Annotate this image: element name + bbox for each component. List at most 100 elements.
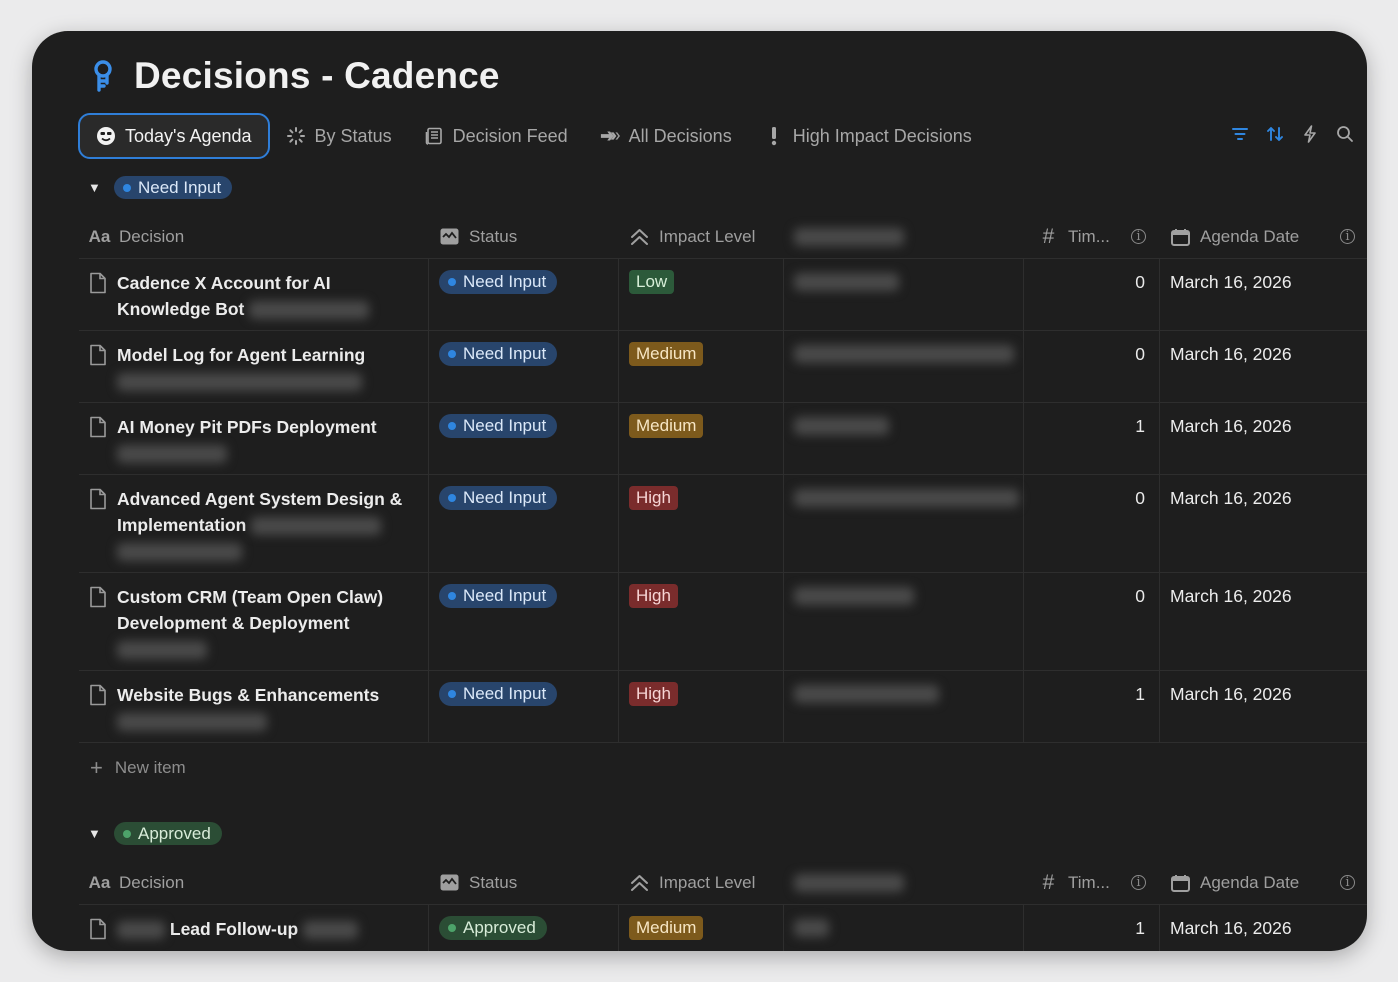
decision-title[interactable]: Lead Follow-up <box>170 919 298 939</box>
times-cell[interactable]: 1 <box>1024 671 1160 742</box>
column-decision[interactable]: Aa Decision <box>79 215 429 259</box>
tab-by-status[interactable]: By Status <box>270 113 408 159</box>
impact-cell[interactable]: Medium <box>619 403 784 474</box>
decision-cell[interactable]: Advanced Agent System Design & Implement… <box>79 475 429 572</box>
decision-title[interactable]: Model Log for Agent Learning <box>117 345 365 365</box>
times-cell[interactable]: 0 <box>1024 259 1160 330</box>
agenda-date-cell[interactable]: March 16, 2026 <box>1160 573 1367 670</box>
column-status[interactable]: Status <box>429 215 619 259</box>
page-icon <box>89 918 107 947</box>
table-row[interactable]: Model Log for Agent Learning Need Input … <box>79 331 1367 403</box>
status-pill: Need Input <box>439 682 558 706</box>
table-row[interactable]: Advanced Agent System Design & Implement… <box>79 475 1367 573</box>
table-row[interactable]: AI Money Pit PDFs Deployment Need Input … <box>79 403 1367 475</box>
impact-cell[interactable]: High <box>619 475 784 572</box>
tab-decision-feed[interactable]: Decision Feed <box>408 113 584 159</box>
column-agenda-date[interactable]: Agenda Date i <box>1160 861 1367 905</box>
table-row[interactable]: Website Bugs & Enhancements Need Input H… <box>79 671 1367 743</box>
decision-cell[interactable]: Website Bugs & Enhancements <box>79 671 429 742</box>
redacted-cell[interactable] <box>784 905 1024 951</box>
agenda-date-cell[interactable]: March 16, 2026 <box>1160 403 1367 474</box>
tab-todays-agenda[interactable]: Today's Agenda <box>78 113 270 159</box>
redacted-cell[interactable] <box>784 573 1024 670</box>
decision-title[interactable]: AI Money Pit PDFs Deployment <box>117 417 377 437</box>
caret-down-icon[interactable]: ▼ <box>88 826 101 841</box>
column-label: Agenda Date <box>1200 226 1300 246</box>
times-cell[interactable]: 1 <box>1024 905 1160 951</box>
view-toolbar <box>1229 123 1355 144</box>
column-impact-level[interactable]: Impact Level <box>619 861 784 905</box>
times-cell[interactable]: 0 <box>1024 331 1160 402</box>
agenda-date-cell[interactable]: March 16, 2026 <box>1160 259 1367 330</box>
status-property-icon <box>439 226 460 247</box>
redacted-cell[interactable] <box>784 331 1024 402</box>
status-cell[interactable]: Approved <box>429 905 619 951</box>
table-row[interactable]: Lead Follow-up Approved Medium 1 March 1… <box>79 905 1367 951</box>
group-status-pill: Need Input <box>114 176 233 199</box>
times-cell[interactable]: 0 <box>1024 475 1160 572</box>
decision-cell[interactable]: Model Log for Agent Learning <box>79 331 429 402</box>
caret-down-icon[interactable]: ▼ <box>88 180 101 195</box>
status-cell[interactable]: Need Input <box>429 331 619 402</box>
tab-label: Decision Feed <box>452 125 568 146</box>
tab-high-impact-decisions[interactable]: High Impact Decisions <box>748 113 988 159</box>
status-cell[interactable]: Need Input <box>429 403 619 474</box>
impact-cell[interactable]: Medium <box>619 331 784 402</box>
decision-cell[interactable]: Lead Follow-up <box>79 905 429 951</box>
impact-cell[interactable]: Medium <box>619 905 784 951</box>
redacted-text <box>794 918 829 937</box>
arrows-icon <box>600 126 620 146</box>
group-header-need-input[interactable]: ▼ Need Input <box>88 176 233 199</box>
tab-all-decisions[interactable]: All Decisions <box>584 113 748 159</box>
decision-title[interactable]: Custom CRM (Team Open Claw) Development … <box>117 587 383 633</box>
filter-icon[interactable] <box>1229 123 1250 144</box>
redacted-cell[interactable] <box>784 259 1024 330</box>
agenda-date-cell[interactable]: March 16, 2026 <box>1160 905 1367 951</box>
search-icon[interactable] <box>1334 123 1355 144</box>
decision-cell[interactable]: Cadence X Account for AI Knowledge Bot <box>79 259 429 330</box>
info-icon[interactable]: i <box>1340 229 1355 244</box>
column-times[interactable]: # Tim... i <box>1024 215 1160 259</box>
decision-title[interactable]: Website Bugs & Enhancements <box>117 685 379 705</box>
info-icon[interactable]: i <box>1131 875 1146 890</box>
column-status[interactable]: Status <box>429 861 619 905</box>
redacted-cell[interactable] <box>784 475 1024 572</box>
times-cell[interactable]: 1 <box>1024 403 1160 474</box>
group-label: Need Input <box>138 177 222 197</box>
status-cell[interactable]: Need Input <box>429 671 619 742</box>
calendar-icon <box>1170 872 1191 893</box>
decisions-table-need-input: Aa Decision Status Impact Level # Tim...… <box>79 215 1367 743</box>
status-cell[interactable]: Need Input <box>429 573 619 670</box>
column-impact-level[interactable]: Impact Level <box>619 215 784 259</box>
agenda-date-cell[interactable]: March 16, 2026 <box>1160 475 1367 572</box>
group-header-approved[interactable]: ▼ Approved <box>88 822 222 845</box>
agenda-date-cell[interactable]: March 16, 2026 <box>1160 671 1367 742</box>
times-cell[interactable]: 0 <box>1024 573 1160 670</box>
impact-cell[interactable]: High <box>619 671 784 742</box>
feed-icon <box>424 126 444 146</box>
decision-cell[interactable]: AI Money Pit PDFs Deployment <box>79 403 429 474</box>
status-cell[interactable]: Need Input <box>429 259 619 330</box>
column-times[interactable]: # Tim... i <box>1024 861 1160 905</box>
page-icon <box>89 272 107 322</box>
table-row[interactable]: Custom CRM (Team Open Claw) Development … <box>79 573 1367 671</box>
sort-icon[interactable] <box>1264 123 1285 144</box>
info-icon[interactable]: i <box>1340 875 1355 890</box>
lightning-icon[interactable] <box>1299 123 1320 144</box>
column-agenda-date[interactable]: Agenda Date i <box>1160 215 1367 259</box>
column-redacted[interactable] <box>784 215 1024 259</box>
impact-cell[interactable]: High <box>619 573 784 670</box>
info-icon[interactable]: i <box>1131 229 1146 244</box>
column-decision[interactable]: Aa Decision <box>79 861 429 905</box>
table-row[interactable]: Cadence X Account for AI Knowledge Bot N… <box>79 259 1367 331</box>
agenda-date-cell[interactable]: March 16, 2026 <box>1160 331 1367 402</box>
status-cell[interactable]: Need Input <box>429 475 619 572</box>
agent-key-icon <box>88 59 118 93</box>
decision-cell[interactable]: Custom CRM (Team Open Claw) Development … <box>79 573 429 670</box>
new-item-button[interactable]: + New item <box>90 757 186 779</box>
page-header: Decisions - Cadence <box>88 55 500 97</box>
redacted-cell[interactable] <box>784 671 1024 742</box>
impact-cell[interactable]: Low <box>619 259 784 330</box>
redacted-cell[interactable] <box>784 403 1024 474</box>
column-redacted[interactable] <box>784 861 1024 905</box>
